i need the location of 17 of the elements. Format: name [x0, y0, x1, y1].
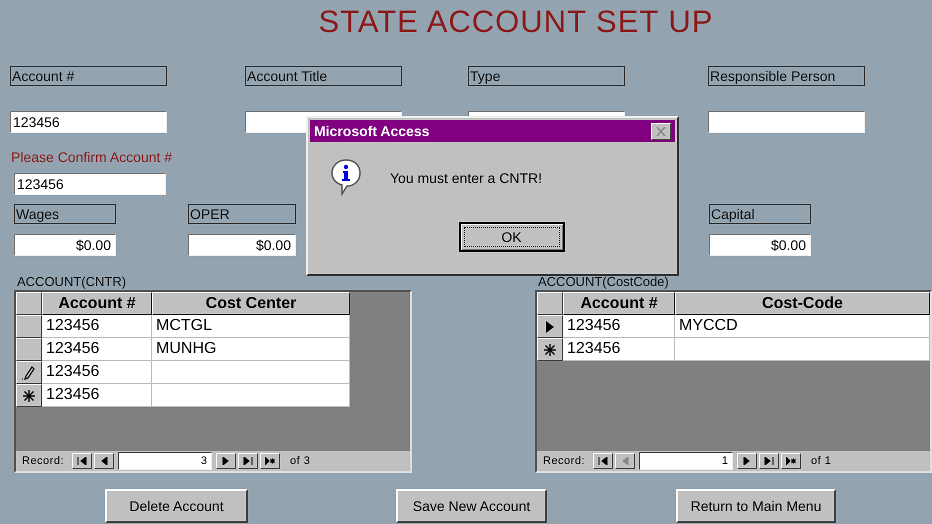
form-title: STATE ACCOUNT SET UP — [318, 4, 714, 40]
record-count: of 1 — [811, 455, 832, 467]
field-label: Type — [468, 66, 625, 86]
dialog-title: Microsoft Access — [314, 123, 430, 139]
field-label: Capital — [709, 204, 811, 224]
record-count: of 3 — [290, 455, 310, 467]
subform-caption: ACCOUNT(CostCode) — [537, 274, 670, 290]
field-label: Account Title — [245, 66, 402, 86]
field-label: Responsible Person — [708, 66, 865, 86]
field-label: Wages — [14, 204, 116, 224]
confirm-label: Please Confirm Account # — [11, 148, 174, 166]
subform-caption: ACCOUNT(CNTR) — [16, 274, 128, 290]
field-label: Account # — [10, 66, 167, 86]
record-label: Record: — [22, 455, 64, 467]
field-label: OPER — [188, 204, 296, 224]
record-label: Record: — [543, 455, 586, 467]
dialog-message: You must enter a CNTR! — [390, 170, 542, 186]
